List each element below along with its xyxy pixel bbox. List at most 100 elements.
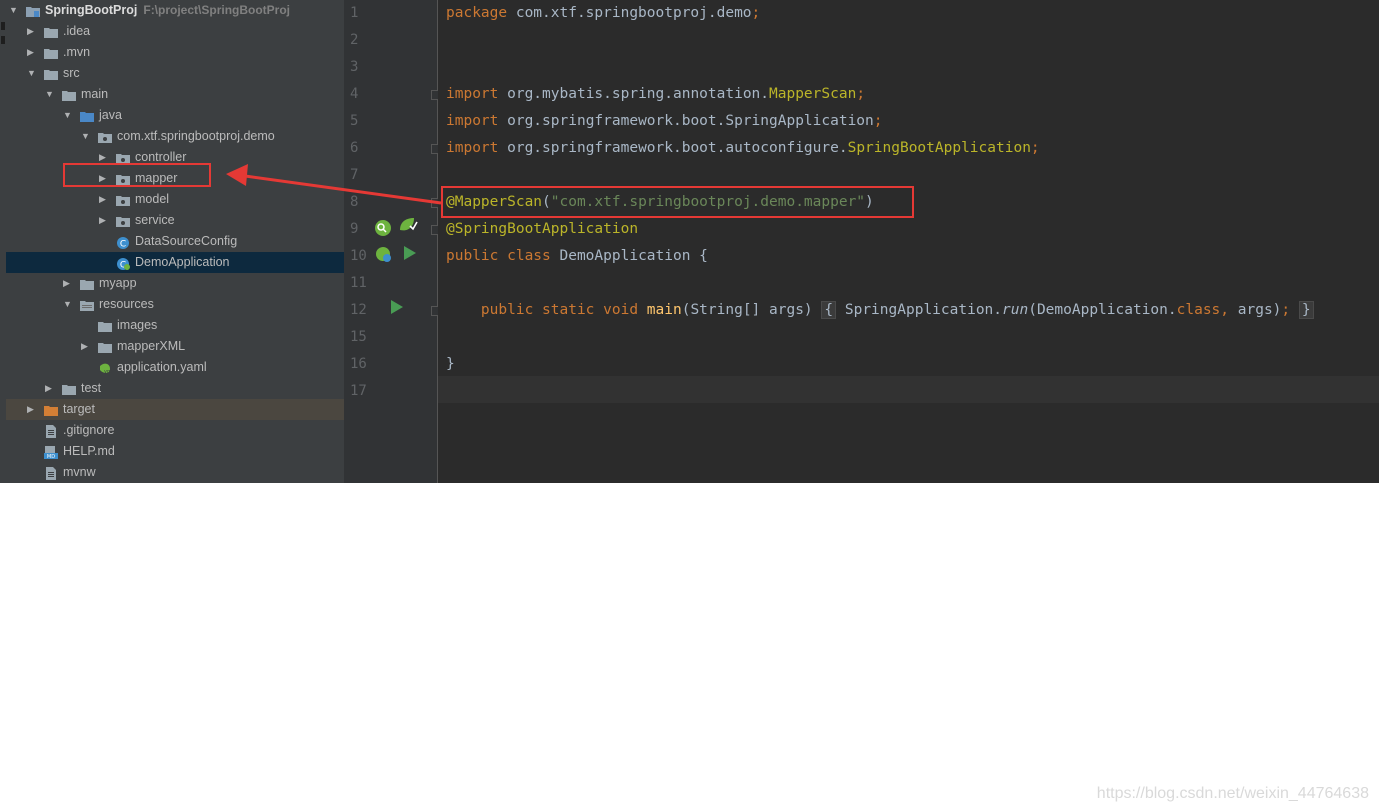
expand-arrow-icon[interactable]: ▶ bbox=[99, 210, 109, 231]
editor-gutter: 1 2 3 4 5 6 7 8 9 10 11 12 15 16 17 bbox=[344, 0, 441, 483]
tree-item-label: main bbox=[81, 87, 109, 101]
project-tree-panel: ▼ SpringBootProj F:\project\SpringBootProj… bbox=[6, 0, 344, 483]
code-line[interactable]: @SpringBootApplication bbox=[446, 216, 638, 243]
code-line[interactable]: public static void main(String[] args) {… bbox=[446, 297, 1314, 324]
tree-item-idea[interactable]: ▶ .idea bbox=[6, 21, 344, 42]
class-icon: C bbox=[116, 235, 130, 250]
line-number: 15 bbox=[350, 329, 367, 345]
tree-item-gitignore[interactable]: .gitignore bbox=[6, 420, 344, 441]
line-number: 16 bbox=[350, 356, 367, 372]
code-token: public static void bbox=[480, 302, 639, 318]
code-token: class bbox=[1176, 302, 1221, 318]
mapper-folder-highlight-box bbox=[63, 163, 211, 187]
code-token: import bbox=[446, 113, 499, 129]
code-token: SpringBootApplication bbox=[847, 140, 1031, 156]
tree-item-target[interactable]: ▶ target bbox=[6, 399, 344, 420]
tree-item-demoapp[interactable]: C DemoApplication bbox=[6, 252, 344, 273]
tree-item-service[interactable]: ▶ service bbox=[6, 210, 344, 231]
text-file-icon bbox=[44, 466, 58, 480]
tree-item-images[interactable]: images bbox=[6, 315, 344, 336]
line-number: 3 bbox=[350, 59, 359, 75]
tree-item-label: com.xtf.springbootproj.demo bbox=[117, 129, 275, 143]
folder-icon bbox=[44, 67, 58, 80]
code-line[interactable]: } bbox=[446, 351, 455, 378]
expand-arrow-icon[interactable]: ▶ bbox=[27, 21, 37, 42]
tree-item-myapp[interactable]: ▶ myapp bbox=[6, 273, 344, 294]
folder-icon bbox=[44, 25, 58, 38]
tree-item-dsconfig[interactable]: C DataSourceConfig bbox=[6, 231, 344, 252]
expand-arrow-icon[interactable]: ▶ bbox=[27, 399, 37, 420]
tree-item-test[interactable]: ▶ test bbox=[6, 378, 344, 399]
code-token: public class bbox=[446, 248, 551, 264]
tree-item-label: mapperXML bbox=[117, 339, 186, 353]
tree-item-mvnw[interactable]: mvnw bbox=[6, 462, 344, 483]
tree-item-mapperxml[interactable]: ▶ mapperXML bbox=[6, 336, 344, 357]
tree-item-main[interactable]: ▼ main bbox=[6, 84, 344, 105]
folder-icon bbox=[62, 382, 76, 395]
code-line[interactable]: import org.springframework.boot.autoconf… bbox=[446, 135, 1040, 162]
tree-item-pkg[interactable]: ▼ com.xtf.springbootproj.demo bbox=[6, 126, 344, 147]
folder-icon bbox=[98, 340, 112, 353]
spring-config-icon[interactable] bbox=[398, 216, 418, 238]
collapse-arrow-icon[interactable]: ▼ bbox=[63, 294, 73, 315]
collapse-arrow-icon[interactable]: ▼ bbox=[9, 0, 19, 21]
line-number: 11 bbox=[350, 275, 367, 291]
tree-item-src[interactable]: ▼ src bbox=[6, 63, 344, 84]
code-line[interactable]: package com.xtf.springbootproj.demo; bbox=[446, 0, 760, 27]
line-number: 9 bbox=[350, 221, 359, 237]
code-token: { bbox=[821, 301, 837, 319]
svg-text:yml: yml bbox=[104, 369, 112, 375]
run-main-icon[interactable] bbox=[390, 299, 404, 319]
collapse-arrow-icon[interactable]: ▼ bbox=[45, 84, 55, 105]
spring-boot-class-icon: C bbox=[116, 256, 130, 271]
code-token: , bbox=[1220, 302, 1238, 318]
tree-item-label: target bbox=[63, 402, 95, 416]
expand-arrow-icon[interactable]: ▶ bbox=[27, 42, 37, 63]
tree-item-root[interactable]: ▼ SpringBootProj F:\project\SpringBootProj bbox=[6, 0, 344, 21]
collapse-arrow-icon[interactable]: ▼ bbox=[63, 105, 73, 126]
code-token: main bbox=[646, 302, 682, 318]
current-line-highlight bbox=[438, 376, 1379, 403]
collapse-arrow-icon[interactable]: ▼ bbox=[27, 63, 37, 84]
code-line[interactable]: import org.mybatis.spring.annotation.Map… bbox=[446, 81, 865, 108]
spring-bean-class-icon[interactable] bbox=[375, 246, 393, 268]
tree-item-label: .idea bbox=[63, 24, 91, 38]
expand-arrow-icon[interactable]: ▶ bbox=[45, 378, 55, 399]
excluded-folder-icon bbox=[44, 403, 58, 416]
tree-item-resources[interactable]: ▼ resources bbox=[6, 294, 344, 315]
run-icon[interactable] bbox=[403, 245, 417, 265]
spring-bean-search-icon[interactable] bbox=[374, 219, 392, 241]
tree-item-label: DemoApplication bbox=[135, 255, 230, 269]
source-folder-icon bbox=[80, 109, 94, 122]
tree-item-appyaml[interactable]: yml application.yaml bbox=[6, 357, 344, 378]
mapperscan-highlight-box bbox=[441, 186, 914, 218]
line-number: 8 bbox=[350, 194, 359, 210]
code-token: org.springframework.boot.SpringApplicati… bbox=[498, 113, 874, 129]
tree-item-help[interactable]: MD HELP.md bbox=[6, 441, 344, 462]
package-icon bbox=[116, 193, 130, 206]
expand-arrow-icon[interactable]: ▶ bbox=[63, 273, 73, 294]
tree-item-mvn[interactable]: ▶ .mvn bbox=[6, 42, 344, 63]
tree-item-label: test bbox=[81, 381, 102, 395]
code-token: @SpringBootApplication bbox=[446, 221, 639, 237]
watermark: https://blog.csdn.net/weixin_44764638 bbox=[1096, 785, 1369, 802]
line-number: 4 bbox=[350, 86, 359, 102]
collapse-arrow-icon[interactable]: ▼ bbox=[81, 126, 91, 147]
tree-item-java[interactable]: ▼ java bbox=[6, 105, 344, 126]
tree-item-label: DataSourceConfig bbox=[135, 234, 238, 248]
code-line[interactable]: import org.springframework.boot.SpringAp… bbox=[446, 108, 883, 135]
line-number: 10 bbox=[350, 248, 367, 264]
code-token: ; bbox=[1281, 302, 1291, 318]
folder-icon bbox=[80, 277, 94, 290]
tree-item-label: java bbox=[99, 108, 122, 122]
code-token: (String[] args) bbox=[681, 302, 822, 318]
expand-arrow-icon[interactable]: ▶ bbox=[81, 336, 91, 357]
folder-icon bbox=[44, 46, 58, 59]
code-line[interactable]: public class DemoApplication { bbox=[446, 243, 708, 270]
code-token: import bbox=[446, 140, 499, 156]
expand-arrow-icon[interactable]: ▶ bbox=[99, 189, 109, 210]
code-editor[interactable]: package com.xtf.springbootproj.demo; impo… bbox=[438, 0, 1379, 483]
tree-item-model[interactable]: ▶ model bbox=[6, 189, 344, 210]
code-token: import bbox=[446, 86, 499, 102]
package-icon bbox=[98, 130, 112, 143]
